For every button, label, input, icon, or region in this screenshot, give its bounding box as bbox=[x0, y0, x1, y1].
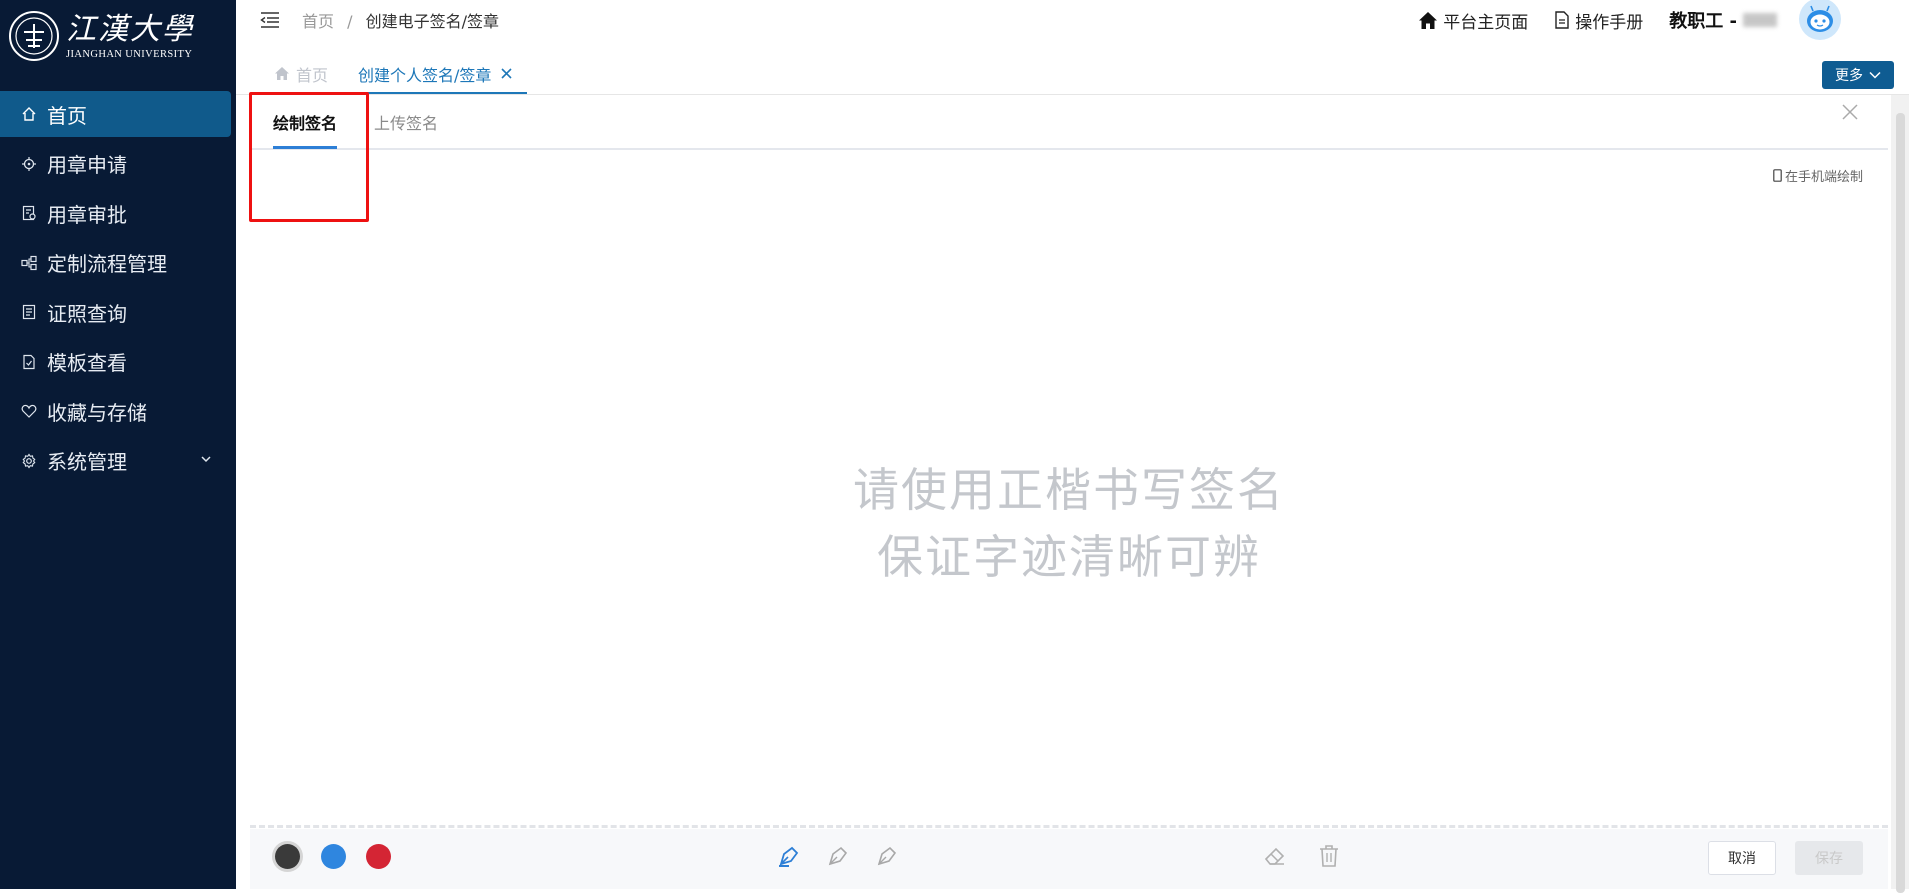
house-icon bbox=[1419, 11, 1438, 29]
sidebar-item-label: 证照查询 bbox=[47, 301, 127, 326]
trash-icon bbox=[1320, 845, 1338, 867]
eraser-tool[interactable] bbox=[1262, 843, 1288, 869]
robot-avatar-icon bbox=[1807, 5, 1833, 32]
close-icon[interactable] bbox=[1842, 104, 1858, 120]
tab-home-label: 首页 bbox=[296, 65, 329, 85]
vertical-scrollbar[interactable] bbox=[1891, 95, 1909, 893]
manual-link[interactable]: 操作手册 bbox=[1554, 8, 1643, 33]
template-icon bbox=[21, 354, 37, 370]
sidebar-item-favorites[interactable]: 收藏与存储 bbox=[0, 388, 236, 434]
sidebar-item-label: 模板查看 bbox=[47, 351, 127, 375]
home-icon bbox=[21, 106, 37, 122]
sidebar-item-home[interactable]: 首页 bbox=[0, 91, 231, 137]
breadcrumb-current: 创建电子签名/签章 bbox=[365, 12, 499, 31]
logo-cn-text: 江漢大學 bbox=[66, 11, 194, 47]
sidebar-item-template[interactable]: 模板查看 bbox=[0, 339, 236, 385]
chevron-down-icon bbox=[201, 455, 211, 462]
tab-home[interactable]: 首页 bbox=[274, 55, 328, 92]
pen-medium-tool[interactable] bbox=[825, 843, 851, 869]
avatar[interactable] bbox=[1799, 0, 1841, 40]
sidebar: 江漢大學 JIANGHAN UNIVERSITY 首页 用章申请 用章审批 定制… bbox=[0, 0, 236, 889]
manual-label: 操作手册 bbox=[1575, 12, 1644, 33]
sidebar-item-seal-apply[interactable]: 用章申请 bbox=[0, 141, 236, 187]
eraser-icon bbox=[1264, 847, 1285, 865]
university-logo[interactable]: 江漢大學 JIANGHAN UNIVERSITY bbox=[8, 10, 194, 62]
platform-home-label: 平台主页面 bbox=[1443, 12, 1529, 33]
more-button[interactable]: 更多 bbox=[1822, 61, 1894, 89]
sidebar-item-seal-approval[interactable]: 用章审批 bbox=[0, 190, 236, 236]
save-button[interactable]: 保存 bbox=[1795, 841, 1863, 875]
color-black-swatch[interactable] bbox=[275, 844, 300, 869]
breadcrumb-separator: / bbox=[347, 12, 353, 31]
user-name-redacted bbox=[1743, 13, 1777, 27]
breadcrumb-home[interactable]: 首页 bbox=[302, 12, 334, 31]
gear-icon bbox=[21, 453, 37, 469]
tab-create-signature[interactable]: 创建个人签名/签章 bbox=[344, 55, 528, 94]
draw-on-mobile-label: 在手机端绘制 bbox=[1784, 170, 1863, 185]
highlight-box bbox=[249, 92, 369, 222]
pen-thin-tool[interactable] bbox=[776, 843, 802, 869]
mobile-phone-icon bbox=[1773, 169, 1782, 182]
breadcrumb: 首页 / 创建电子签名/签章 bbox=[302, 8, 499, 32]
user-role: 教职工 - bbox=[1669, 11, 1737, 32]
target-icon bbox=[21, 156, 37, 172]
pen-thick-tool[interactable] bbox=[874, 843, 900, 869]
draw-on-mobile-link[interactable]: 在手机端绘制 bbox=[1773, 166, 1863, 185]
workflow-icon bbox=[21, 255, 37, 271]
heart-icon bbox=[21, 403, 37, 419]
tab-create-signature-label: 创建个人签名/签章 bbox=[358, 65, 492, 85]
license-icon bbox=[21, 304, 37, 320]
sidebar-menu: 首页 用章申请 用章审批 定制流程管理 证照查询 模板查看 收藏与存储 系统管理 bbox=[0, 91, 236, 487]
canvas-divider bbox=[250, 825, 1888, 828]
sidebar-item-label: 用章审批 bbox=[47, 202, 127, 227]
approval-icon bbox=[21, 205, 37, 221]
cancel-button[interactable]: 取消 bbox=[1708, 841, 1776, 875]
page-tabs-bar: 首页 创建个人签名/签章 更多 bbox=[236, 55, 1909, 95]
sidebar-item-license[interactable]: 证照查询 bbox=[0, 289, 236, 335]
pen-icon bbox=[779, 846, 799, 867]
more-button-label: 更多 bbox=[1835, 68, 1863, 84]
close-icon[interactable] bbox=[500, 67, 513, 80]
user-info[interactable]: 教职工 - bbox=[1669, 7, 1777, 33]
sidebar-item-label: 定制流程管理 bbox=[47, 252, 167, 276]
chevron-down-icon bbox=[1869, 71, 1881, 79]
top-header: 首页 / 创建电子签名/签章 平台主页面 操作手册 教职工 - bbox=[236, 0, 1909, 40]
logo-en-text: JIANGHAN UNIVERSITY bbox=[66, 48, 193, 60]
sidebar-item-system[interactable]: 系统管理 bbox=[0, 438, 236, 484]
sidebar-item-label: 收藏与存储 bbox=[47, 400, 147, 425]
document-icon bbox=[1555, 11, 1569, 29]
university-seal-icon bbox=[9, 11, 59, 61]
signature-tabs: 绘制签名 上传签名 bbox=[250, 96, 1888, 150]
color-blue-swatch[interactable] bbox=[321, 844, 346, 869]
color-red-swatch[interactable] bbox=[366, 844, 391, 869]
signature-hint-line2: 保证字迹清晰可辨 bbox=[877, 530, 1261, 584]
sidebar-item-label: 用章申请 bbox=[47, 153, 127, 177]
sidebar-item-label: 首页 bbox=[47, 103, 87, 128]
menu-collapse-icon[interactable] bbox=[259, 11, 281, 29]
signature-hint-line1: 请使用正楷书写签名 bbox=[853, 463, 1285, 517]
platform-home-link[interactable]: 平台主页面 bbox=[1418, 8, 1528, 33]
tab-upload-signature[interactable]: 上传签名 bbox=[374, 110, 438, 134]
pen-icon bbox=[828, 846, 848, 866]
sidebar-item-workflow[interactable]: 定制流程管理 bbox=[0, 240, 236, 286]
pen-icon bbox=[877, 846, 897, 866]
clear-tool[interactable] bbox=[1316, 843, 1342, 869]
sidebar-item-label: 系统管理 bbox=[47, 450, 127, 474]
scrollbar-thumb[interactable] bbox=[1896, 113, 1905, 893]
home-icon bbox=[275, 67, 289, 80]
signature-toolbar: 取消 保存 bbox=[250, 829, 1888, 889]
signature-panel: 绘制签名 上传签名 在手机端绘制 请使用正楷书写签名 保证字迹清晰可辨 取消 保… bbox=[250, 96, 1888, 889]
